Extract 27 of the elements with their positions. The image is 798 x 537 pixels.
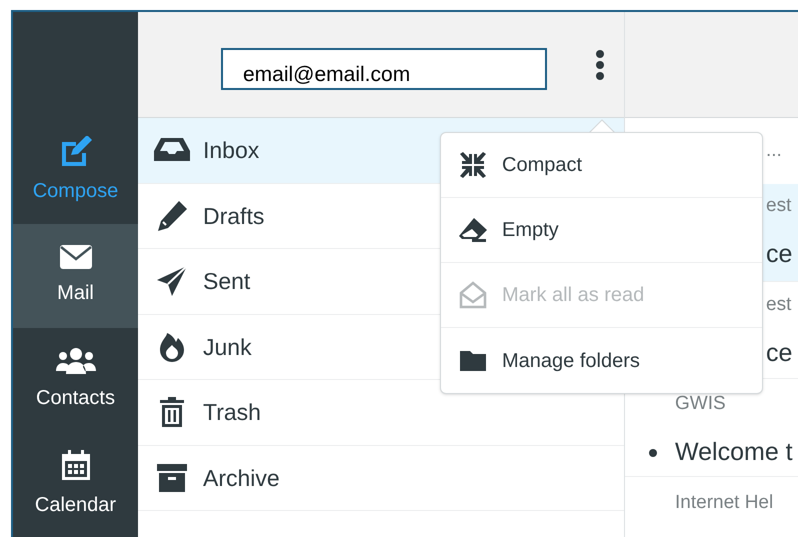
eraser-icon — [458, 217, 488, 243]
menu-item[interactable]: Empty — [441, 198, 762, 263]
account-email: email@email.com — [243, 62, 410, 86]
message-sender: est — [766, 194, 792, 218]
nav-item[interactable]: Mail — [13, 224, 138, 328]
message-subject: ce — [766, 239, 792, 270]
message-sender: est — [766, 293, 792, 318]
trash-icon — [159, 396, 185, 428]
more-options-icon[interactable] — [595, 48, 605, 80]
flame-icon — [158, 330, 186, 363]
archive-box-icon — [156, 462, 188, 493]
mail-icon — [58, 244, 92, 270]
message-sender: ... — [766, 138, 782, 163]
contacts-icon — [54, 347, 96, 376]
account-field[interactable]: email@email.com — [221, 48, 547, 90]
folder-icon — [459, 350, 487, 372]
message-subject: ce — [766, 338, 792, 369]
calendar-icon — [60, 450, 90, 482]
message-subject: Welcome t — [675, 436, 793, 468]
message-sender: GWIS — [675, 392, 726, 416]
inbox-tray-icon — [153, 137, 191, 164]
menu-item[interactable]: Compact — [441, 133, 762, 198]
message-sender: Internet Hel — [675, 490, 774, 515]
pencil-icon — [156, 200, 188, 232]
compress-arrows-icon — [459, 151, 487, 179]
paper-plane-icon — [156, 265, 188, 298]
open-envelope-icon — [459, 281, 487, 309]
